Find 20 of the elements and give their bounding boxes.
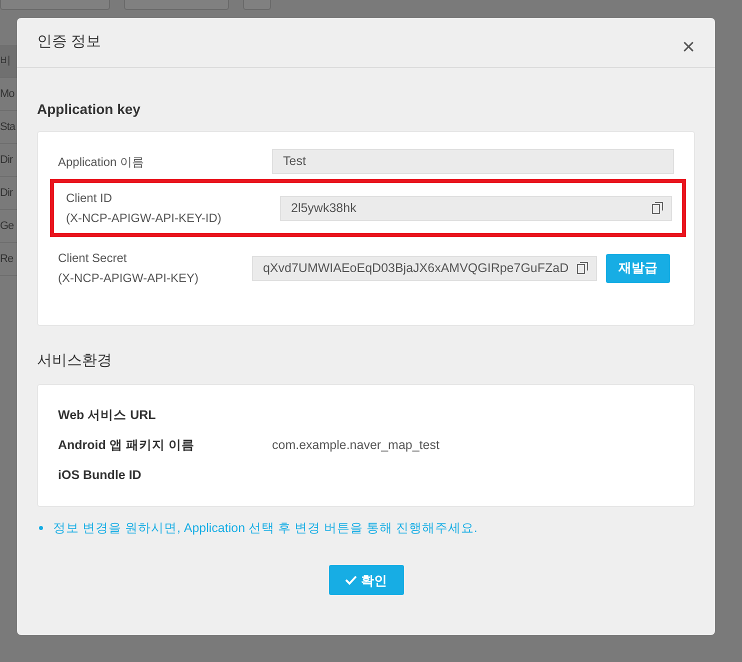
copy-icon[interactable] [576,262,588,274]
close-button[interactable]: × [682,36,695,58]
field-label: Client Secret (X-NCP-APIGW-API-KEY) [58,250,200,287]
field-label: iOS Bundle ID [58,467,142,484]
field-label: Application 이름 [58,154,146,170]
text-field[interactable]: Test [272,149,674,174]
copy-icon[interactable] [652,202,663,214]
text-field[interactable]: 2l5ywk38hk [280,196,672,220]
field-label: Web 서비스 URL [58,407,157,424]
check-icon [345,575,357,586]
field-label: Android 앱 패키지 이름 [58,437,196,454]
field-label: Client ID (X-NCP-APIGW-API-KEY-ID) [66,190,222,227]
dialog-title: 인증 정보 [37,32,102,52]
text-field[interactable]: qXvd7UMWIAEoEqD03BjaJX6xAMVQGIRpe7GuFZaD [252,256,597,280]
table-header-cell: 비 [0,45,17,78]
field-value: com.example.naver_map_test [272,437,440,454]
section-title: Application key [37,100,142,119]
bullet-icon [39,526,43,530]
section-title: 서비스환경 [37,351,113,371]
info-note: 정보 변경을 원하시면, Application 선택 후 변경 버튼을 통해 진행해주세요. [53,520,478,537]
